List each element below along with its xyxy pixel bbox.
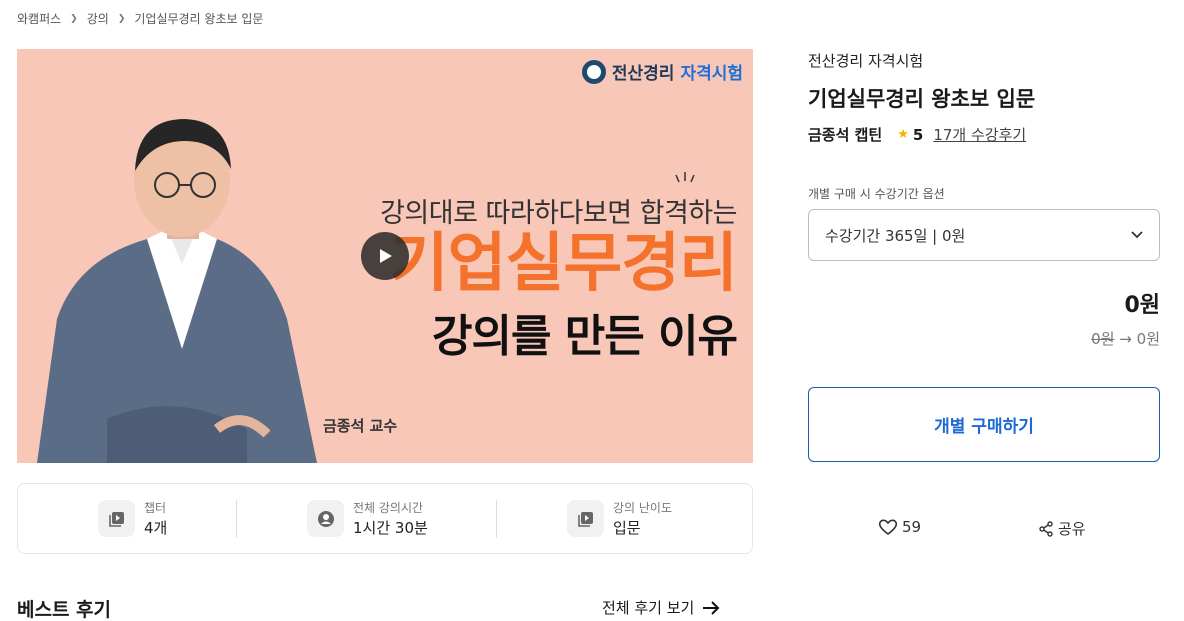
- stat-value: 입문: [613, 519, 641, 537]
- stat-difficulty: 강의 난이도 입문: [567, 499, 672, 538]
- breadcrumb: 와캠퍼스 ❯ 강의 ❯ 기업실무경리 왕초보 입문: [17, 10, 263, 27]
- option-label: 개별 구매 시 수강기간 옵션: [808, 187, 945, 201]
- buy-button[interactable]: 개별 구매하기: [808, 387, 1160, 462]
- breadcrumb-item-lectures[interactable]: 강의: [87, 10, 109, 27]
- breadcrumb-item-home[interactable]: 와캠퍼스: [17, 10, 61, 27]
- instructor-name[interactable]: 금종석 캡틴: [808, 124, 882, 145]
- badge-text-2: 자격시험: [680, 64, 743, 84]
- stat-label: 강의 난이도: [613, 501, 673, 515]
- share-button[interactable]: 공유: [1038, 518, 1086, 539]
- rating-value: 5: [912, 125, 924, 144]
- breadcrumb-item-current[interactable]: 기업실무경리 왕초보 입문: [134, 10, 263, 27]
- play-button[interactable]: [361, 232, 409, 280]
- professor-name: 금종석 교수: [323, 417, 398, 435]
- play-list-icon: [567, 500, 604, 537]
- divider: [236, 500, 237, 538]
- course-meta: 금종석 캡틴 ★ 5 17개 수강후기: [808, 124, 1026, 145]
- person-icon: [307, 500, 344, 537]
- headline-bottom: 강의를 만든 이유: [432, 311, 738, 362]
- headline-top: 강의대로 따라하다보면 합격하는: [380, 198, 737, 229]
- share-label: 공유: [1058, 520, 1086, 538]
- selected-option: 수강기간 365일 | 0원: [825, 226, 966, 245]
- price-breakdown: 0원 → 0원: [1091, 328, 1160, 349]
- course-category[interactable]: 전산경리 자격시험: [808, 50, 923, 71]
- original-price: 0원: [1091, 330, 1115, 348]
- heart-icon: [878, 519, 898, 536]
- stat-label: 전체 강의시간: [353, 501, 424, 515]
- share-icon: [1039, 520, 1053, 537]
- course-title: 기업실무경리 왕초보 입문: [808, 87, 1036, 111]
- headline-main: 기업실무경리: [389, 227, 738, 301]
- price-arrow: →: [1119, 330, 1132, 348]
- stat-value: 4개: [144, 519, 168, 537]
- view-all-reviews-link[interactable]: 전체 후기 보기: [602, 597, 720, 618]
- arrow-right-icon: [703, 600, 720, 615]
- view-all-reviews-label: 전체 후기 보기: [602, 599, 695, 617]
- course-video-thumbnail[interactable]: 전산경리 자격시험 강의대로 따라하다보면 합격하는 기업실무경리 강의를 만든…: [17, 49, 753, 463]
- review-count-link[interactable]: 17개 수강후기: [933, 124, 1026, 145]
- badge-text-1: 전산경리: [611, 64, 675, 84]
- brand-badge: 전산경리 자격시험: [581, 59, 743, 84]
- stat-label: 챕터: [144, 501, 167, 515]
- course-stats: 챕터 4개 전체 강의시간 1시간 30분 강의 난이도 입문: [17, 483, 753, 554]
- like-count: 59: [902, 518, 922, 536]
- chevron-down-icon: [1131, 231, 1143, 239]
- final-price: 0원: [1136, 330, 1160, 348]
- stat-chapters: 챕터 4개: [98, 499, 167, 538]
- play-icon: [380, 249, 392, 263]
- best-reviews-title: 베스트 후기: [17, 599, 112, 621]
- stat-total-time: 전체 강의시간 1시간 30분: [307, 499, 428, 538]
- like-button[interactable]: 59: [878, 518, 921, 536]
- instructor-photo: [37, 119, 317, 463]
- play-list-icon: [98, 500, 135, 537]
- divider: [496, 500, 497, 538]
- star-icon: ★: [897, 127, 909, 142]
- brand-logo-icon: [581, 59, 606, 84]
- stat-value: 1시간 30분: [353, 519, 428, 537]
- chevron-right-icon: ❯: [70, 13, 78, 24]
- chevron-right-icon: ❯: [117, 13, 126, 24]
- price: 0원: [1124, 293, 1160, 318]
- spark-icon: [675, 172, 695, 183]
- period-option-select[interactable]: 수강기간 365일 | 0원: [808, 209, 1160, 261]
